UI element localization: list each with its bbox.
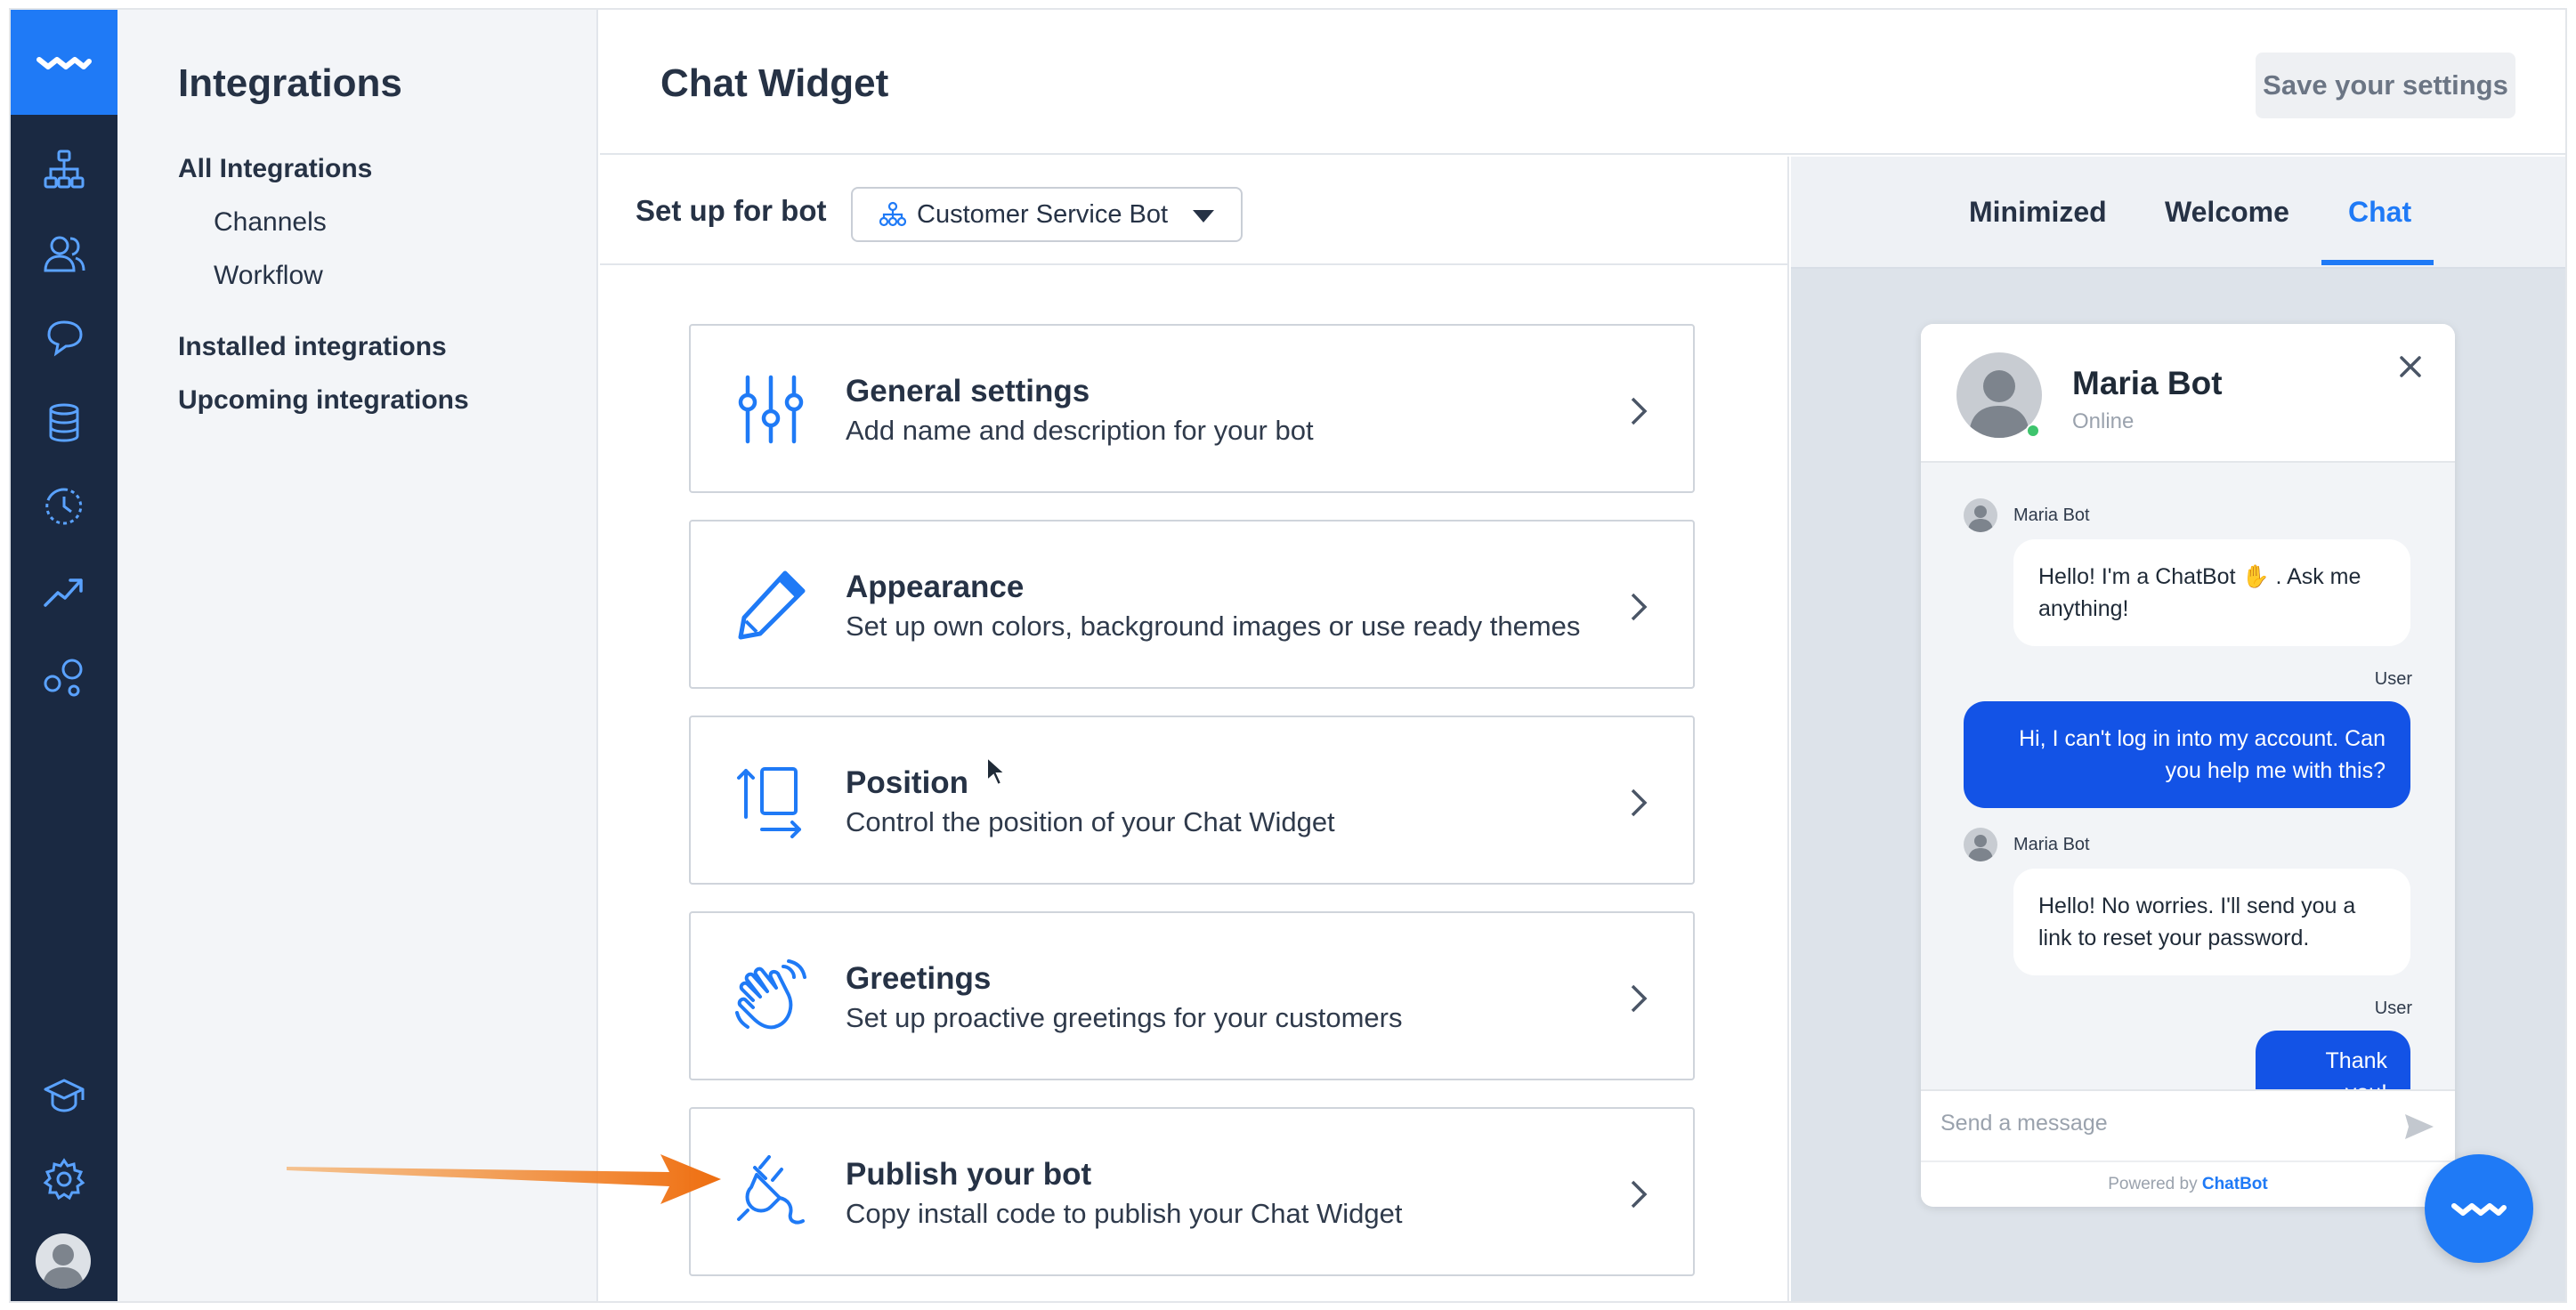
page-header: Chat Widget Save your settings (600, 10, 2565, 155)
chevron-right-icon (1631, 984, 1648, 1013)
integrations-bubbles-icon[interactable] (34, 645, 94, 706)
message-input-placeholder: Send a message (1940, 1111, 2108, 1136)
chevron-right-icon (1631, 397, 1648, 425)
message-sender: User (2374, 999, 2412, 1018)
send-icon[interactable] (2403, 1111, 2435, 1143)
save-settings-button[interactable]: Save your settings (2256, 53, 2515, 118)
chat-launcher-button[interactable] (2425, 1154, 2533, 1263)
widget-preview: Minimized Welcome Chat Maria Bot Online … (1791, 157, 2565, 1301)
card-title: General settings (846, 374, 1090, 408)
plug-icon (737, 1155, 805, 1225)
card-appearance[interactable]: Appearance Set up own colors, background… (689, 520, 1695, 689)
tab-minimized[interactable]: Minimized (1969, 196, 2107, 229)
bot-message-bubble: Hello! I'm a ChatBot ✋ . Ask me anything… (2013, 539, 2410, 646)
pencil-icon (738, 570, 806, 640)
database-icon[interactable] (34, 392, 94, 453)
bot-select-dropdown[interactable]: Customer Service Bot (851, 187, 1243, 242)
selected-bot-label: Customer Service Bot (917, 199, 1169, 229)
card-greetings[interactable]: Greetings Set up proactive greetings for… (689, 911, 1695, 1080)
settings-gear-icon[interactable] (34, 1149, 94, 1209)
logo-wave-icon[interactable] (11, 10, 117, 115)
message-sender: Maria Bot (2013, 835, 2090, 854)
card-title: Greetings (846, 961, 992, 996)
preview-tabs: Minimized Welcome Chat (1791, 157, 2565, 269)
academy-cap-icon[interactable] (34, 1065, 94, 1126)
bot-name: Maria Bot (2072, 365, 2223, 401)
message-sender: Maria Bot (2013, 505, 2090, 525)
chevron-right-icon (1631, 593, 1648, 621)
settings-column: Set up for bot Customer Service Bot Gene… (600, 157, 1789, 1301)
icon-rail (11, 10, 117, 1301)
close-icon[interactable] (2394, 351, 2426, 383)
nav-installed-integrations[interactable]: Installed integrations (178, 332, 447, 362)
message-input[interactable]: Send a message (1921, 1089, 2455, 1160)
tab-welcome[interactable]: Welcome (2165, 196, 2289, 229)
nav-upcoming-integrations[interactable]: Upcoming integrations (178, 385, 469, 416)
card-title: Publish your bot (846, 1157, 1092, 1192)
bot-hierarchy-icon (879, 201, 906, 227)
app-window: Integrations All Integrations Channels W… (9, 8, 2567, 1303)
chat-widget: Maria Bot Online Maria Bot Hello! I'm a … (1921, 324, 2455, 1207)
nav-channels[interactable]: Channels (214, 207, 327, 238)
integrations-panel: Integrations All Integrations Channels W… (117, 10, 598, 1301)
card-description: Control the position of your Chat Widget (846, 806, 1335, 837)
integrations-title: Integrations (178, 61, 402, 105)
chatbot-brand-link[interactable]: ChatBot (2202, 1175, 2268, 1193)
bot-avatar-small (1964, 498, 1997, 532)
card-description: Copy install code to publish your Chat W… (846, 1198, 1403, 1229)
card-title: Position (846, 765, 969, 800)
chevron-right-icon (1631, 788, 1648, 817)
setup-bar: Set up for bot Customer Service Bot (600, 157, 1787, 265)
position-arrows-icon (737, 767, 801, 838)
clock-history-icon[interactable] (34, 476, 94, 537)
sliders-icon (738, 375, 804, 444)
nav-all-integrations[interactable]: All Integrations (178, 154, 372, 184)
card-general-settings[interactable]: General settings Add name and descriptio… (689, 324, 1695, 493)
online-status-dot (2026, 424, 2040, 438)
trending-up-icon[interactable] (34, 562, 94, 622)
tab-chat[interactable]: Chat (2348, 196, 2411, 229)
chevron-right-icon (1631, 1180, 1648, 1209)
card-publish-your-bot[interactable]: Publish your bot Copy install code to pu… (689, 1107, 1695, 1276)
card-description: Set up own colors, background images or … (846, 611, 1581, 642)
chevron-down-icon (1193, 210, 1214, 222)
powered-by-label: Powered by (2108, 1175, 2202, 1193)
bot-message-bubble: Hello! No worries. I'll send you a link … (2013, 869, 2410, 975)
user-avatar[interactable] (36, 1233, 91, 1289)
users-icon[interactable] (34, 223, 94, 284)
card-description: Set up proactive greetings for your cust… (846, 1002, 1403, 1033)
waving-hand-icon (735, 959, 806, 1030)
active-tab-indicator (2321, 260, 2434, 265)
chat-bubble-icon[interactable] (34, 307, 94, 368)
mouse-cursor-icon (986, 756, 1007, 787)
card-description: Add name and description for your bot (846, 415, 1314, 446)
widget-header: Maria Bot Online (1921, 324, 2455, 463)
card-position[interactable]: Position Control the position of your Ch… (689, 716, 1695, 885)
user-message-bubble: Hi, I can't log in into my account. Can … (1964, 701, 2410, 808)
card-title: Appearance (846, 570, 1025, 604)
logo-wave-icon (2451, 1203, 2507, 1216)
nav-workflow[interactable]: Workflow (214, 261, 323, 291)
annotation-arrow-icon (287, 1154, 721, 1204)
bot-hierarchy-icon[interactable] (34, 140, 94, 200)
message-sender: User (2374, 669, 2412, 689)
page-title: Chat Widget (660, 61, 889, 105)
powered-by-footer: Powered by ChatBot (1921, 1160, 2455, 1207)
bot-status: Online (2072, 409, 2135, 433)
setup-label: Set up for bot (636, 194, 827, 227)
bot-avatar-small (1964, 828, 1997, 861)
